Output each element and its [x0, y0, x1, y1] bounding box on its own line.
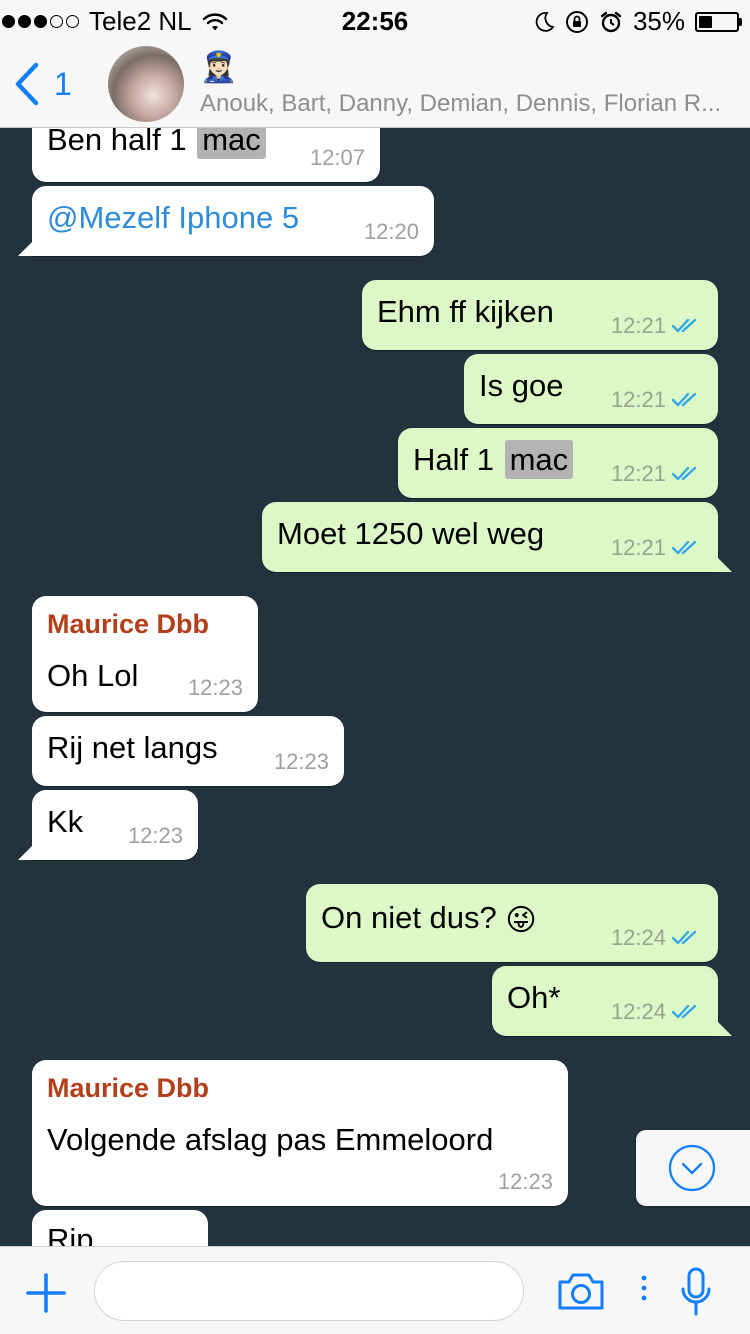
message-time: 12:24: [610, 999, 666, 1024]
message-meta: 12:24: [611, 920, 700, 956]
message-time: 12:23: [273, 749, 329, 774]
chevron-left-icon: [15, 62, 39, 106]
plus-icon[interactable]: [26, 1273, 66, 1313]
message-time: 12:24: [610, 925, 666, 950]
message-text: Ehm ff kijken: [377, 294, 554, 329]
message-bubble[interactable]: Half 1 mac 12:21: [398, 428, 718, 498]
chevron-down-circle-icon: [668, 1144, 716, 1192]
status-right: 35%: [533, 6, 742, 37]
unread-count: 1: [54, 65, 72, 102]
microphone-icon[interactable]: [680, 1267, 712, 1317]
message-meta: 12:21: [611, 382, 700, 418]
input-bar: [0, 1246, 750, 1334]
message-time: 12:23: [127, 823, 183, 848]
message-text: Moet 1250 wel weg: [277, 516, 545, 551]
message-bubble[interactable]: On niet dus? 😜 12:24: [306, 884, 718, 962]
orientation-lock-icon: [565, 10, 588, 33]
message-text: On niet dus? 😜: [321, 900, 537, 939]
message-text: Oh*: [507, 980, 561, 1015]
message-text: Rip: [47, 1222, 94, 1246]
message-bubble[interactable]: Kk 12:23: [18, 790, 198, 860]
message-bubble[interactable]: Maurice Dbb Oh Lol 12:23: [32, 596, 258, 712]
battery-percentage: 35%: [632, 6, 685, 36]
message-bubble[interactable]: Is goe 12:21: [464, 354, 718, 424]
message-time: 12:23: [497, 1169, 553, 1194]
back-button[interactable]: 1: [14, 62, 72, 106]
double-check-icon: [672, 466, 697, 481]
sender-name[interactable]: Maurice Dbb: [47, 1070, 209, 1106]
more-icon[interactable]: [640, 1273, 648, 1303]
double-check-icon: [672, 1004, 697, 1019]
group-participants[interactable]: Anouk, Bart, Danny, Demian, Dennis, Flor…: [200, 90, 740, 118]
group-avatar[interactable]: [108, 46, 184, 122]
battery-icon: [695, 11, 742, 32]
message-text-main: On niet dus?: [321, 900, 497, 935]
highlighted-text: mac: [504, 440, 574, 479]
camera-icon[interactable]: [556, 1271, 606, 1311]
message-text: Oh Lol: [47, 658, 139, 693]
message-time: 12:20: [363, 219, 419, 244]
chat-area[interactable]: Ben half 1 mac 12:07 @Mezelf Iphone 5 12…: [0, 0, 750, 1246]
message-text: Half 1 mac: [413, 440, 574, 479]
message-input[interactable]: [94, 1261, 524, 1321]
winking-tongue-emoji: 😜: [505, 904, 537, 937]
message-bubble[interactable]: @Mezelf Iphone 5 12:20: [18, 186, 434, 256]
message-text: Is goe: [479, 368, 564, 403]
message-bubble[interactable]: Moet 1250 wel weg 12:21: [262, 502, 732, 572]
double-check-icon: [672, 930, 697, 945]
message-text: Rij net langs: [47, 730, 218, 765]
chat-header: 1 👮🏻‍♀️ Anouk, Bart, Danny, Demian, Denn…: [0, 40, 750, 128]
group-title[interactable]: 👮🏻‍♀️: [200, 50, 237, 86]
message-bubble[interactable]: Rip: [32, 1210, 208, 1246]
message-time: 12:07: [309, 145, 365, 170]
message-time: 12:21: [610, 313, 666, 338]
sender-name[interactable]: Maurice Dbb: [47, 606, 209, 642]
message-bubble[interactable]: Maurice Dbb Volgende afslag pas Emmeloor…: [32, 1060, 568, 1206]
moon-icon: [535, 11, 555, 32]
message-time: 12:21: [610, 387, 666, 412]
message-text: Volgende afslag pas Emmeloord: [47, 1122, 494, 1157]
message-bubble[interactable]: Oh* 12:24: [492, 966, 732, 1036]
alarm-icon: [600, 11, 622, 32]
double-check-icon: [672, 392, 697, 407]
double-check-icon: [672, 540, 697, 555]
message-meta: 12:21: [611, 308, 700, 344]
message-meta: 12:24: [611, 994, 700, 1030]
message-text-main: Half 1: [413, 442, 494, 477]
message-time: 12:21: [610, 535, 666, 560]
battery-fill: [699, 15, 712, 28]
message-meta: 12:21: [611, 530, 700, 566]
message-meta: 12:21: [611, 456, 700, 492]
message-time: 12:23: [187, 675, 243, 700]
message-text: Kk: [47, 804, 84, 839]
message-bubble[interactable]: Rij net langs 12:23: [32, 716, 344, 786]
message-time: 12:21: [610, 461, 666, 486]
mention-text[interactable]: @Mezelf Iphone 5: [47, 200, 299, 236]
message-bubble[interactable]: Ehm ff kijken 12:21: [362, 280, 718, 350]
double-check-icon: [672, 318, 697, 333]
scroll-to-bottom-button[interactable]: [636, 1130, 750, 1206]
status-bar: Tele2 NL 22:56 35%: [0, 0, 750, 40]
